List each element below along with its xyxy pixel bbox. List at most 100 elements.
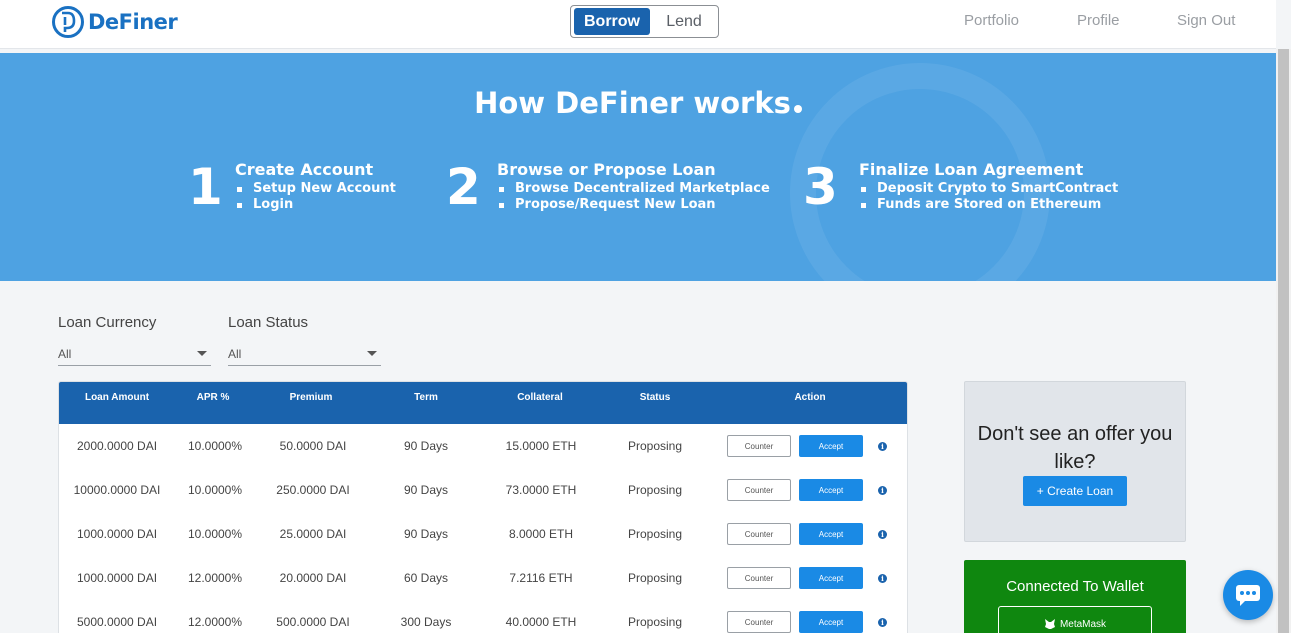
nav-profile[interactable]: Profile xyxy=(1077,12,1120,29)
table-header: Loan Amount APR % Premium Term Collatera… xyxy=(59,382,907,424)
loan-amount: 2000.0000 DAI xyxy=(76,439,158,453)
term: 90 Days xyxy=(403,439,449,453)
brand-name: DeFiner xyxy=(88,10,178,34)
counter-button[interactable]: Counter xyxy=(727,435,791,457)
apr: 10.0000% xyxy=(187,483,243,497)
term: 60 Days xyxy=(403,571,449,585)
nav-sign-out[interactable]: Sign Out xyxy=(1177,12,1235,29)
definer-logo[interactable]: DeFiner xyxy=(52,5,178,39)
premium: 25.0000 DAI xyxy=(279,527,347,541)
wallet-status-title: Connected To Wallet xyxy=(1006,578,1144,595)
counter-button[interactable]: Counter xyxy=(727,479,791,501)
loan-amount: 1000.0000 DAI xyxy=(76,571,158,585)
wallet-status-card: Connected To Wallet MetaMask xyxy=(964,560,1186,633)
loan-currency-select[interactable]: All xyxy=(58,343,211,366)
step-content: Create Account Setup New Account Login xyxy=(235,160,396,213)
apr: 10.0000% xyxy=(187,527,243,541)
table-row: 10000.0000 DAI 10.0000% 250.0000 DAI 90 … xyxy=(59,469,907,513)
metamask-button[interactable]: MetaMask xyxy=(998,606,1152,633)
loan-currency-value: All xyxy=(58,347,72,361)
hero-title: How DeFiner works xyxy=(0,86,1276,120)
status: Proposing xyxy=(627,615,683,629)
hero-title-text: How DeFiner works xyxy=(474,86,791,120)
page-scrollbar[interactable] xyxy=(1276,49,1291,633)
term: 90 Days xyxy=(403,527,449,541)
lend-tab[interactable]: Lend xyxy=(651,8,717,35)
dropdown-caret-icon xyxy=(367,351,377,356)
nav-portfolio[interactable]: Portfolio xyxy=(964,12,1019,29)
how-it-works-banner: How DeFiner works 1 Create Account Setup… xyxy=(0,53,1276,281)
status: Proposing xyxy=(627,527,683,541)
step-content: Browse or Propose Loan Browse Decentrali… xyxy=(497,160,770,213)
term: 300 Days xyxy=(400,615,452,629)
counter-button[interactable]: Counter xyxy=(727,611,791,633)
scrollbar-thumb[interactable] xyxy=(1278,49,1289,633)
column-header: Status xyxy=(639,392,671,403)
table-row: 2000.0000 DAI 10.0000% 50.0000 DAI 90 Da… xyxy=(59,425,907,469)
loan-table: Loan Amount APR % Premium Term Collatera… xyxy=(58,381,908,633)
step-title: Create Account xyxy=(235,160,374,179)
counter-button[interactable]: Counter xyxy=(727,567,791,589)
metamask-label: MetaMask xyxy=(1059,619,1107,630)
step-title: Finalize Loan Agreement xyxy=(859,160,1084,179)
accept-button[interactable]: Accept xyxy=(799,567,863,589)
column-header: Premium xyxy=(289,392,333,403)
table-row: 1000.0000 DAI 12.0000% 20.0000 DAI 60 Da… xyxy=(59,557,907,601)
premium: 500.0000 DAI xyxy=(276,615,350,629)
step-item: Login xyxy=(235,197,396,213)
status: Proposing xyxy=(627,483,683,497)
step-title: Browse or Propose Loan xyxy=(497,160,716,179)
loan-amount: 10000.0000 DAI xyxy=(73,483,161,497)
info-icon[interactable]: i xyxy=(878,618,887,627)
column-header: Collateral xyxy=(517,392,563,403)
accept-button[interactable]: Accept xyxy=(799,479,863,501)
loan-amount: 1000.0000 DAI xyxy=(76,527,158,541)
offer-prompt: Don't see an offer you like? xyxy=(977,423,1173,473)
create-offer-card: Don't see an offer you like? + Create Lo… xyxy=(964,381,1186,542)
table-row: 1000.0000 DAI 10.0000% 25.0000 DAI 90 Da… xyxy=(59,513,907,557)
column-header: Action xyxy=(794,392,826,403)
status: Proposing xyxy=(627,439,683,453)
loan-amount: 5000.0000 DAI xyxy=(76,615,158,629)
step-item: Deposit Crypto to SmartContract xyxy=(859,181,1118,197)
info-icon[interactable]: i xyxy=(878,574,887,583)
step-content: Finalize Loan Agreement Deposit Crypto t… xyxy=(859,160,1118,213)
premium: 250.0000 DAI xyxy=(276,483,350,497)
borrow-lend-toggle: Borrow Lend xyxy=(570,5,719,38)
info-icon[interactable]: i xyxy=(878,442,887,451)
collateral: 40.0000 ETH xyxy=(505,615,577,629)
step-number: 2 xyxy=(446,158,481,216)
info-icon[interactable]: i xyxy=(878,486,887,495)
loan-status-value: All xyxy=(228,347,242,361)
accept-button[interactable]: Accept xyxy=(799,611,863,633)
collateral: 15.0000 ETH xyxy=(505,439,577,453)
borrow-tab[interactable]: Borrow xyxy=(574,8,650,35)
collateral: 8.0000 ETH xyxy=(508,527,574,541)
column-header: Loan Amount xyxy=(84,392,150,403)
step-number: 1 xyxy=(188,158,223,216)
accept-button[interactable]: Accept xyxy=(799,523,863,545)
accept-button[interactable]: Accept xyxy=(799,435,863,457)
step-item: Browse Decentralized Marketplace xyxy=(497,181,770,197)
step-number: 3 xyxy=(803,158,838,216)
term: 90 Days xyxy=(403,483,449,497)
step-item: Setup New Account xyxy=(235,181,396,197)
info-icon[interactable]: i xyxy=(878,530,887,539)
definer-logo-icon xyxy=(52,6,84,38)
title-dot-icon xyxy=(793,105,802,113)
chat-widget-button[interactable] xyxy=(1223,570,1273,620)
apr: 10.0000% xyxy=(187,439,243,453)
dropdown-caret-icon xyxy=(197,351,207,356)
loan-status-select[interactable]: All xyxy=(228,343,381,366)
table-row: 5000.0000 DAI 12.0000% 500.0000 DAI 300 … xyxy=(59,601,907,633)
metamask-fox-icon xyxy=(1044,619,1055,629)
column-header: Term xyxy=(414,392,438,403)
create-loan-button[interactable]: + Create Loan xyxy=(1023,476,1127,506)
collateral: 7.2116 ETH xyxy=(509,571,573,585)
status: Proposing xyxy=(627,571,683,585)
loan-status-label: Loan Status xyxy=(228,314,309,331)
premium: 20.0000 DAI xyxy=(279,571,347,585)
counter-button[interactable]: Counter xyxy=(727,523,791,545)
apr: 12.0000% xyxy=(187,571,243,585)
premium: 50.0000 DAI xyxy=(279,439,347,453)
